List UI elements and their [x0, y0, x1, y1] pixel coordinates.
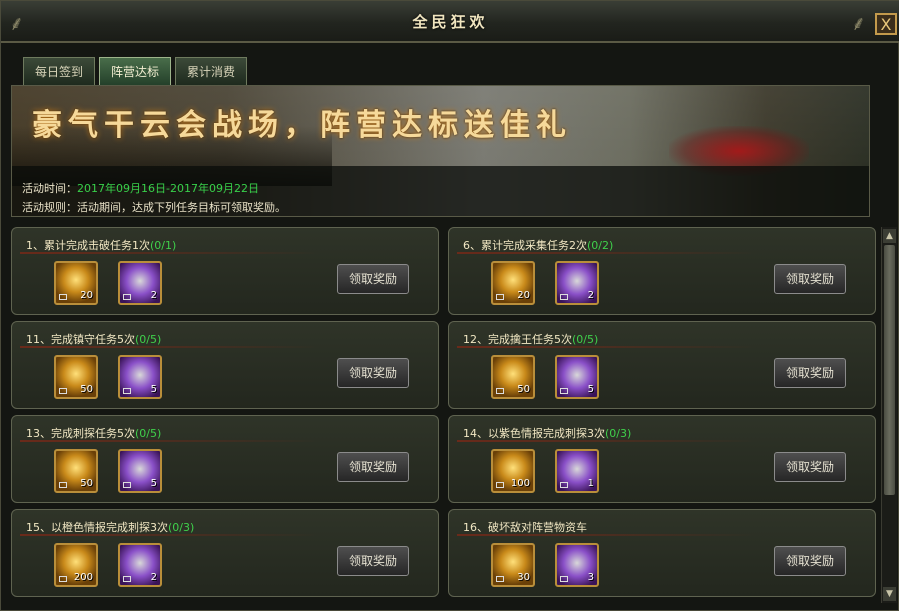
gold-ingot-icon[interactable]: 20: [491, 261, 535, 305]
gold-ingot-icon[interactable]: 50: [491, 355, 535, 399]
scroll-token-icon[interactable]: 2: [555, 261, 599, 305]
scroll-token-icon[interactable]: 5: [118, 355, 162, 399]
event-window: ⸙ 全民狂欢 ⸙ X 每日签到 阵营达标 累计消费 豪气干云会战场，阵营达标送佳…: [0, 0, 899, 611]
scroll-token-icon[interactable]: 2: [118, 261, 162, 305]
task-title: 12、完成擒王任务5次(0/5): [463, 333, 599, 346]
tab-cumulative-spend[interactable]: 累计消费: [175, 57, 247, 85]
task-title: 1、累计完成击破任务1次(0/1): [26, 239, 177, 252]
gold-ingot-icon[interactable]: 200: [54, 543, 98, 587]
task-scrollbar[interactable]: ▲ ▼: [881, 227, 897, 603]
claim-reward-button[interactable]: 领取奖励: [337, 546, 409, 576]
scroll-down-icon[interactable]: ▼: [883, 587, 896, 601]
task-title: 14、以紫色情报完成刺探3次(0/3): [463, 427, 632, 440]
claim-reward-button[interactable]: 领取奖励: [337, 452, 409, 482]
corner-ornament-icon: ⸙: [851, 11, 866, 35]
scroll-thumb[interactable]: [884, 245, 895, 495]
task-card: 16、破坏敌对阵营物资车 30 3 领取奖励: [448, 509, 876, 597]
banner-headline: 豪气干云会战场，阵营达标送佳礼: [32, 108, 572, 143]
window-title: 全民狂欢: [412, 13, 489, 31]
claim-reward-button[interactable]: 领取奖励: [774, 264, 846, 294]
scroll-up-icon[interactable]: ▲: [883, 229, 896, 243]
event-info: 活动时间：2017年09月16日-2017年09月22日 活动规则：活动期间，达…: [12, 166, 869, 216]
task-title: 6、累计完成采集任务2次(0/2): [463, 239, 614, 252]
task-title: 11、完成镇守任务5次(0/5): [26, 333, 162, 346]
claim-reward-button[interactable]: 领取奖励: [337, 264, 409, 294]
scroll-token-icon[interactable]: 5: [118, 449, 162, 493]
event-rules: 活动规则：活动期间，达成下列任务目标可领取奖励。: [22, 201, 286, 214]
task-title: 15、以橙色情报完成刺探3次(0/3): [26, 521, 195, 534]
claim-reward-button[interactable]: 领取奖励: [774, 452, 846, 482]
gold-ingot-icon[interactable]: 100: [491, 449, 535, 493]
gold-ingot-icon[interactable]: 20: [54, 261, 98, 305]
close-button[interactable]: X: [875, 13, 897, 35]
gold-ingot-icon[interactable]: 50: [54, 355, 98, 399]
claim-reward-button[interactable]: 领取奖励: [337, 358, 409, 388]
task-card: 14、以紫色情报完成刺探3次(0/3) 100 1 领取奖励: [448, 415, 876, 503]
gold-ingot-icon[interactable]: 50: [54, 449, 98, 493]
title-bar: ⸙ 全民狂欢 ⸙ X: [1, 1, 899, 43]
task-card: 1、累计完成击破任务1次(0/1) 20 2 领取奖励: [11, 227, 439, 315]
task-card: 13、完成刺探任务5次(0/5) 50 5 领取奖励: [11, 415, 439, 503]
event-time: 活动时间：2017年09月16日-2017年09月22日: [22, 182, 259, 195]
event-banner: 豪气干云会战场，阵营达标送佳礼 活动时间：2017年09月16日-2017年09…: [11, 85, 870, 217]
task-card: 12、完成擒王任务5次(0/5) 50 5 领取奖励: [448, 321, 876, 409]
task-list: 1、累计完成击破任务1次(0/1) 20 2 领取奖励 6、累计完成采集任务2次…: [11, 227, 878, 603]
task-title: 13、完成刺探任务5次(0/5): [26, 427, 162, 440]
task-card: 11、完成镇守任务5次(0/5) 50 5 领取奖励: [11, 321, 439, 409]
task-card: 15、以橙色情报完成刺探3次(0/3) 200 2 领取奖励: [11, 509, 439, 597]
claim-reward-button[interactable]: 领取奖励: [774, 546, 846, 576]
tab-daily-checkin[interactable]: 每日签到: [23, 57, 95, 85]
scroll-token-icon[interactable]: 1: [555, 449, 599, 493]
claim-reward-button[interactable]: 领取奖励: [774, 358, 846, 388]
task-card: 6、累计完成采集任务2次(0/2) 20 2 领取奖励: [448, 227, 876, 315]
task-title: 16、破坏敌对阵营物资车: [463, 521, 587, 534]
gold-ingot-icon[interactable]: 30: [491, 543, 535, 587]
scroll-token-icon[interactable]: 3: [555, 543, 599, 587]
scroll-token-icon[interactable]: 2: [118, 543, 162, 587]
scroll-token-icon[interactable]: 5: [555, 355, 599, 399]
tab-faction-goals[interactable]: 阵营达标: [99, 57, 171, 85]
